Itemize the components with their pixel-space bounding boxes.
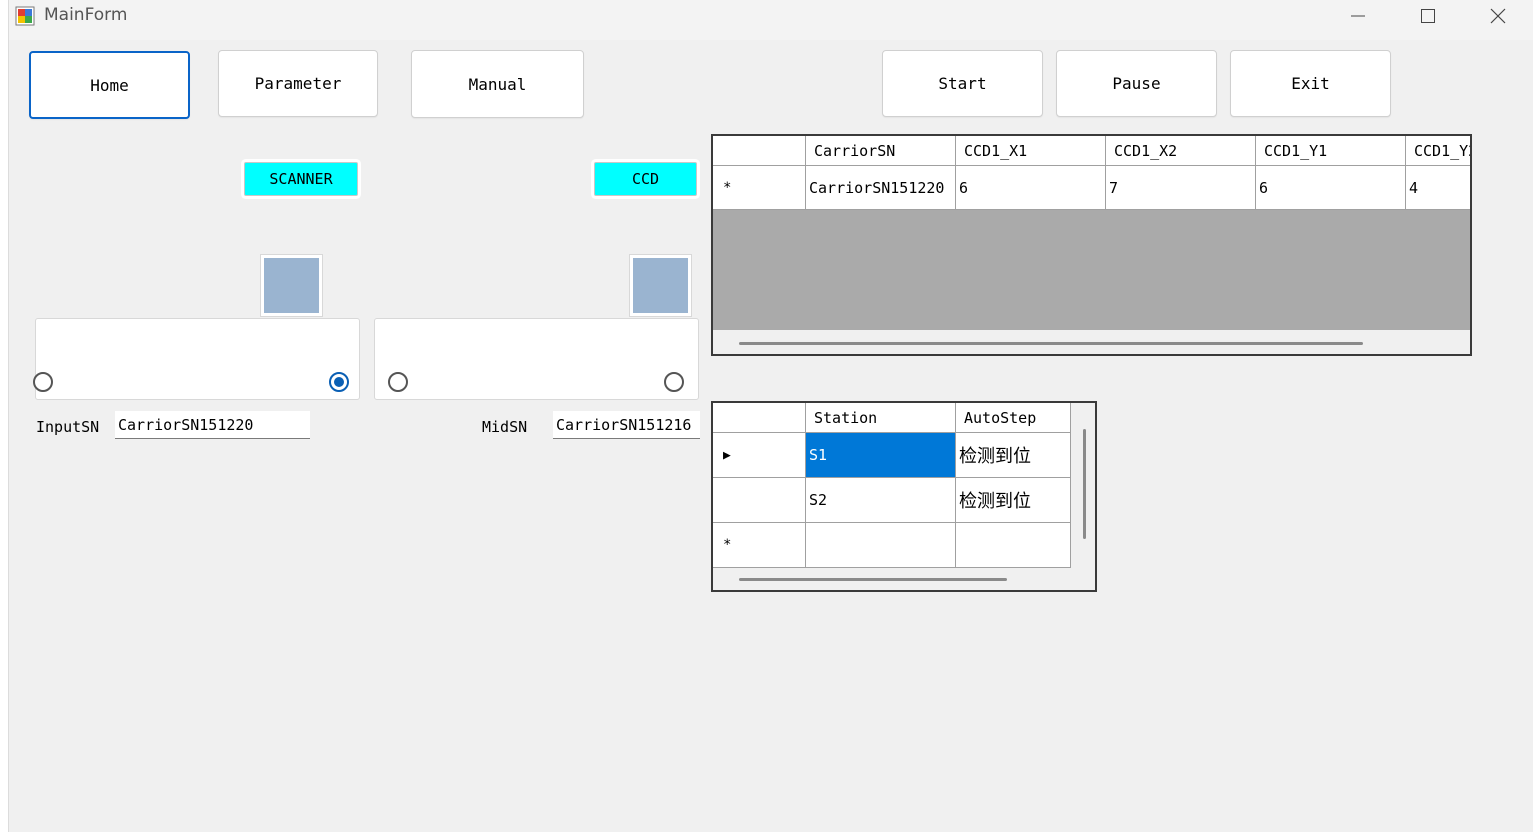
vertical-scrollbar-thumb[interactable]	[1083, 429, 1086, 539]
table-cell[interactable]: 检测到位	[956, 433, 1071, 478]
column-header[interactable]: Station	[806, 403, 956, 433]
window-left-border	[0, 0, 9, 832]
grid-corner-header	[713, 403, 806, 433]
table-cell[interactable]: S2	[806, 478, 956, 523]
input-sn-field[interactable]	[115, 411, 310, 439]
table-cell[interactable]: 6	[1256, 166, 1406, 210]
ccd-radio-right[interactable]	[664, 372, 684, 392]
table-cell-selected[interactable]: S1	[806, 433, 956, 478]
minimize-icon	[1351, 15, 1365, 17]
scanner-panel	[35, 318, 360, 400]
grid-corner-header	[713, 136, 806, 166]
window-title: MainForm	[44, 5, 128, 25]
title-bar[interactable]	[9, 0, 1533, 40]
table-cell[interactable]: 4	[1406, 166, 1470, 210]
ccd-label: CCD	[594, 162, 697, 196]
close-icon	[1490, 8, 1506, 24]
scanner-status-indicator	[260, 254, 323, 317]
scanner-radio-left[interactable]	[33, 372, 53, 392]
ccd-panel	[374, 318, 699, 400]
table-cell[interactable]	[806, 523, 956, 568]
carrier-data-grid[interactable]: CarriorSN CCD1_X1 CCD1_X2 CCD1_Y1 CCD1_Y…	[711, 134, 1472, 356]
app-icon	[15, 6, 35, 26]
pause-button[interactable]: Pause	[1056, 50, 1217, 117]
column-header[interactable]: CarriorSN	[806, 136, 956, 166]
table-cell[interactable]	[956, 523, 1071, 568]
row-header-new[interactable]: *	[713, 523, 806, 568]
column-header[interactable]: AutoStep	[956, 403, 1071, 433]
scanner-label: SCANNER	[244, 162, 358, 196]
column-header[interactable]: CCD1_X1	[956, 136, 1106, 166]
column-header[interactable]: CCD1_Y2	[1406, 136, 1470, 166]
home-button[interactable]: Home	[29, 51, 190, 119]
start-button[interactable]: Start	[882, 50, 1043, 117]
scanner-radio-right[interactable]	[329, 372, 349, 392]
station-data-grid[interactable]: Station AutoStep ▶ S1 检测到位 S2 检测到位 *	[711, 401, 1097, 592]
close-button[interactable]	[1463, 0, 1533, 32]
horizontal-scrollbar-thumb[interactable]	[739, 342, 1363, 345]
ccd-status-indicator	[629, 254, 692, 317]
table-cell[interactable]: 6	[956, 166, 1106, 210]
column-header[interactable]: CCD1_X2	[1106, 136, 1256, 166]
table-cell[interactable]: 检测到位	[956, 478, 1071, 523]
parameter-button[interactable]: Parameter	[218, 50, 378, 117]
row-header-current[interactable]: ▶	[713, 433, 806, 478]
table-cell[interactable]: CarriorSN151220	[806, 166, 956, 210]
mid-sn-field[interactable]	[553, 411, 700, 439]
ccd-radio-left[interactable]	[388, 372, 408, 392]
table-cell[interactable]: 7	[1106, 166, 1256, 210]
manual-button[interactable]: Manual	[411, 50, 584, 118]
maximize-icon	[1421, 9, 1435, 23]
exit-button[interactable]: Exit	[1230, 50, 1391, 117]
column-header[interactable]: CCD1_Y1	[1256, 136, 1406, 166]
horizontal-scrollbar-thumb[interactable]	[739, 578, 1007, 581]
input-sn-label: InputSN	[36, 418, 100, 436]
row-header-new[interactable]: *	[713, 166, 806, 210]
mid-sn-label: MidSN	[482, 418, 528, 436]
minimize-button[interactable]	[1323, 0, 1393, 32]
maximize-button[interactable]	[1393, 0, 1463, 32]
row-header[interactable]	[713, 478, 806, 523]
